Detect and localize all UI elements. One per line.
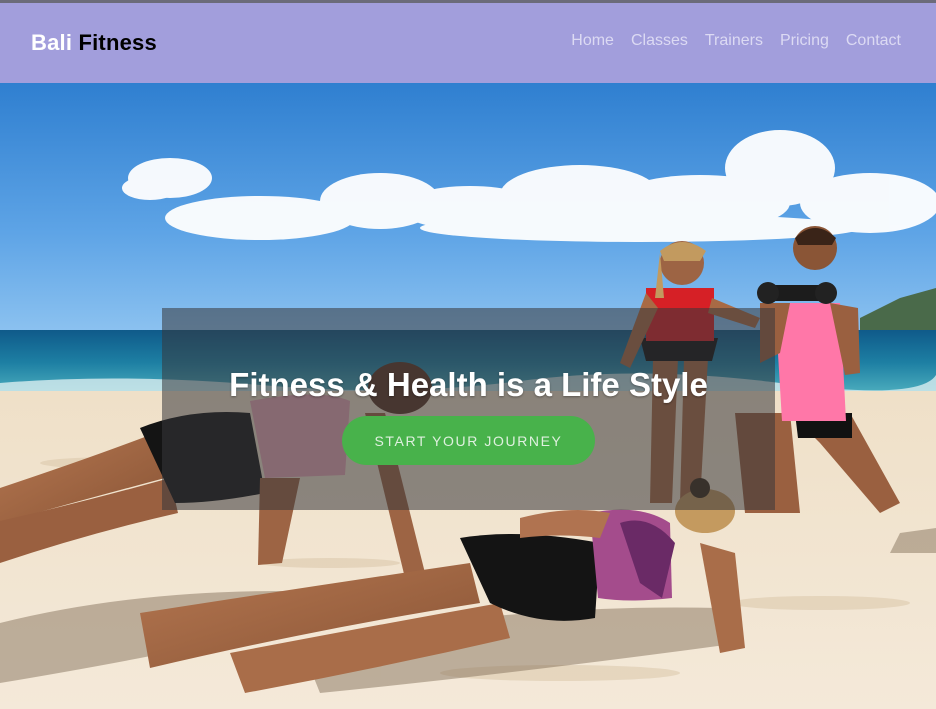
- nav-trainers[interactable]: Trainers: [705, 32, 763, 50]
- start-journey-button[interactable]: START YOUR JOURNEY: [342, 416, 595, 465]
- nav-home[interactable]: Home: [571, 32, 614, 50]
- hero-headline: Fitness & Health is a Life Style: [229, 366, 708, 403]
- brand-logo[interactable]: Bali Fitness: [31, 30, 157, 56]
- brand-name-part2: Fitness: [78, 30, 157, 55]
- nav-pricing[interactable]: Pricing: [780, 32, 829, 50]
- brand-name-part1: Bali: [31, 30, 73, 55]
- nav-classes[interactable]: Classes: [631, 32, 688, 50]
- nav-contact[interactable]: Contact: [846, 32, 901, 50]
- site-header: Bali Fitness Home Classes Trainers Prici…: [0, 3, 936, 83]
- main-nav: Home Classes Trainers Pricing Contact: [571, 32, 901, 50]
- hero-overlay-panel: Fitness & Health is a Life Style START Y…: [162, 308, 775, 510]
- hero-section: Fitness & Health is a Life Style START Y…: [0, 83, 936, 709]
